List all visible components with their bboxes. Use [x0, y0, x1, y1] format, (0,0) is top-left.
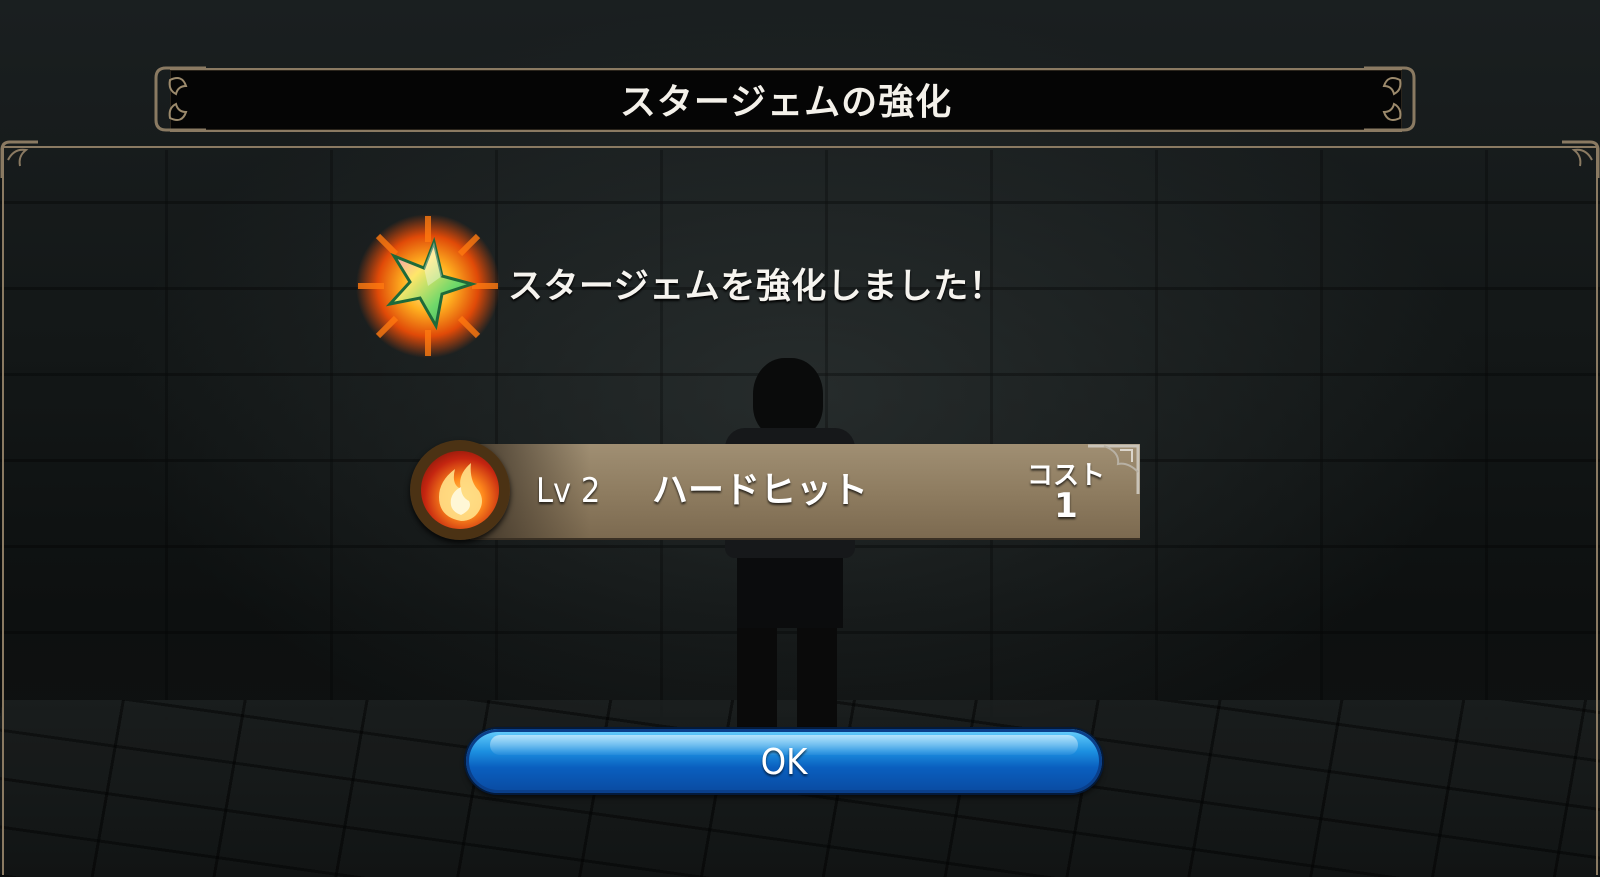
panel-corner-ornament-left-icon — [0, 140, 38, 178]
dialog-title-bar: スタージェムの強化 — [170, 68, 1402, 132]
skill-fire-orb — [410, 440, 510, 540]
fire-icon — [439, 463, 482, 521]
skill-orb-inner — [421, 451, 499, 529]
dialog-title: スタージェムの強化 — [619, 82, 953, 123]
skill-name: ハードヒット — [652, 470, 869, 511]
game-scene: スタージェムの強化 スタージェムを強化しました！ Lv 2 ハードヒット コスト… — [0, 0, 1600, 877]
title-ornament-left-icon — [154, 66, 206, 132]
ok-button-label: OK — [760, 742, 808, 783]
skill-cost-value: 1 — [1054, 486, 1078, 526]
title-ornament-right-icon — [1364, 66, 1416, 132]
success-message: スタージェムを強化しました！ — [508, 267, 1005, 307]
panel-corner-ornament-right-icon — [1562, 140, 1600, 178]
star-gem-icon — [356, 214, 500, 358]
ok-button[interactable]: OK — [466, 729, 1102, 793]
skill-level: Lv 2 — [536, 471, 601, 511]
